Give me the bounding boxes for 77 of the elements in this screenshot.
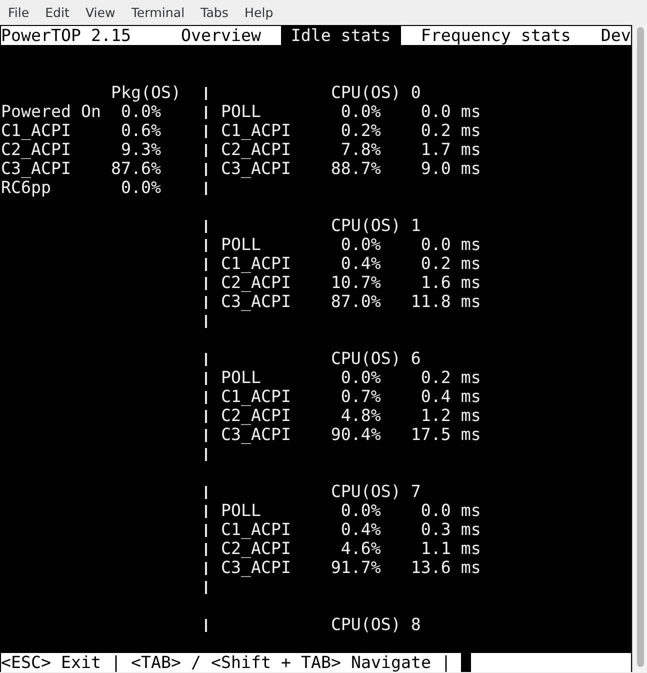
key-hints: <ESC> Exit | <TAB> / <Shift + TAB> Navigate | bbox=[1, 653, 461, 672]
residency-percent: 90.4% bbox=[330, 425, 381, 444]
tab[interactable]: Overview bbox=[170, 26, 271, 45]
tab[interactable]: Idle stats bbox=[280, 26, 401, 45]
residency-time: 1.6 ms bbox=[420, 273, 481, 292]
residency-percent: 0.0% bbox=[340, 102, 381, 121]
state-name: C2_ACPI bbox=[220, 140, 291, 159]
cpu-header: CPU(OS) 1 bbox=[330, 216, 421, 235]
state-name: C1_ACPI bbox=[220, 387, 291, 406]
residency-percent: 0.4% bbox=[340, 254, 381, 273]
residency-percent: 4.8% bbox=[340, 406, 381, 425]
state-name: C3_ACPI bbox=[220, 558, 291, 577]
state-name: C3_ACPI bbox=[220, 425, 291, 444]
residency-time: 1.1 ms bbox=[420, 539, 481, 558]
residency-time: 0.0 ms bbox=[420, 501, 481, 520]
app-title: PowerTOP 2.15 bbox=[1, 26, 131, 45]
state-name: POLL bbox=[220, 501, 261, 520]
menu-item[interactable]: Edit bbox=[37, 0, 78, 25]
menu-item[interactable]: File bbox=[0, 0, 38, 25]
state-name: C2_ACPI bbox=[220, 273, 291, 292]
menu-item[interactable]: View bbox=[77, 0, 124, 25]
state-name: C3_ACPI bbox=[220, 159, 291, 178]
residency-time: 0.2 ms bbox=[420, 254, 481, 273]
residency-time: 1.2 ms bbox=[420, 406, 481, 425]
cpu-header: CPU(OS) 0 bbox=[330, 83, 421, 102]
state-name: C3_ACPI bbox=[220, 292, 291, 311]
menu-item[interactable]: Terminal bbox=[123, 0, 193, 25]
residency-percent: 0.0% bbox=[340, 235, 381, 254]
residency-time: 17.5 ms bbox=[410, 425, 481, 444]
cpu-header: CPU(OS) 7 bbox=[330, 482, 421, 501]
tab[interactable]: Frequency stats bbox=[410, 26, 581, 45]
residency-percent: 9.3% bbox=[120, 140, 161, 159]
residency-time: 0.2 ms bbox=[420, 368, 481, 387]
residency-time: 0.3 ms bbox=[420, 520, 481, 539]
scrollbar-thumb[interactable] bbox=[636, 27, 644, 667]
state-name: C2_ACPI bbox=[220, 406, 291, 425]
cpu-header: CPU(OS) 6 bbox=[330, 349, 421, 368]
residency-percent: 0.2% bbox=[340, 121, 381, 140]
residency-time: 1.7 ms bbox=[420, 140, 481, 159]
residency-percent: 7.8% bbox=[340, 140, 381, 159]
residency-percent: 0.0% bbox=[120, 178, 161, 197]
residency-percent: 0.6% bbox=[120, 121, 161, 140]
residency-percent: 87.6% bbox=[110, 159, 161, 178]
residency-time: 0.4 ms bbox=[420, 387, 481, 406]
residency-time: 9.0 ms bbox=[420, 159, 481, 178]
state-name: C2_ACPI bbox=[1, 140, 71, 159]
residency-percent: 0.0% bbox=[340, 368, 381, 387]
tab[interactable]: Dev bbox=[590, 26, 631, 45]
state-name: C1_ACPI bbox=[1, 121, 71, 140]
residency-percent: 0.0% bbox=[120, 102, 161, 121]
state-name: Powered On bbox=[1, 102, 101, 121]
residency-time: 0.2 ms bbox=[420, 121, 481, 140]
state-name: RC6pp bbox=[1, 178, 51, 197]
residency-percent: 0.0% bbox=[340, 501, 381, 520]
residency-percent: 0.4% bbox=[340, 520, 381, 539]
state-name: POLL bbox=[220, 235, 261, 254]
residency-percent: 10.7% bbox=[330, 273, 381, 292]
residency-percent: 0.7% bbox=[340, 387, 381, 406]
column-header: Pkg(OS) bbox=[110, 83, 181, 102]
residency-percent: 4.6% bbox=[340, 539, 381, 558]
state-name: POLL bbox=[220, 368, 261, 387]
state-name: C3_ACPI bbox=[1, 159, 71, 178]
residency-time: 0.0 ms bbox=[420, 102, 481, 121]
residency-time: 13.6 ms bbox=[410, 558, 481, 577]
state-name: C1_ACPI bbox=[220, 254, 291, 273]
residency-percent: 91.7% bbox=[330, 558, 381, 577]
menu-item[interactable]: Tabs bbox=[192, 0, 236, 25]
state-name: C1_ACPI bbox=[220, 121, 291, 140]
residency-time: 11.8 ms bbox=[410, 292, 481, 311]
menu-item[interactable]: Help bbox=[236, 0, 282, 25]
cpu-header: CPU(OS) 8 bbox=[330, 615, 421, 634]
state-name: C2_ACPI bbox=[220, 539, 291, 558]
state-name: C1_ACPI bbox=[220, 520, 291, 539]
residency-percent: 88.7% bbox=[330, 159, 381, 178]
state-name: POLL bbox=[220, 102, 261, 121]
residency-time: 0.0 ms bbox=[420, 235, 481, 254]
residency-percent: 87.0% bbox=[330, 292, 381, 311]
